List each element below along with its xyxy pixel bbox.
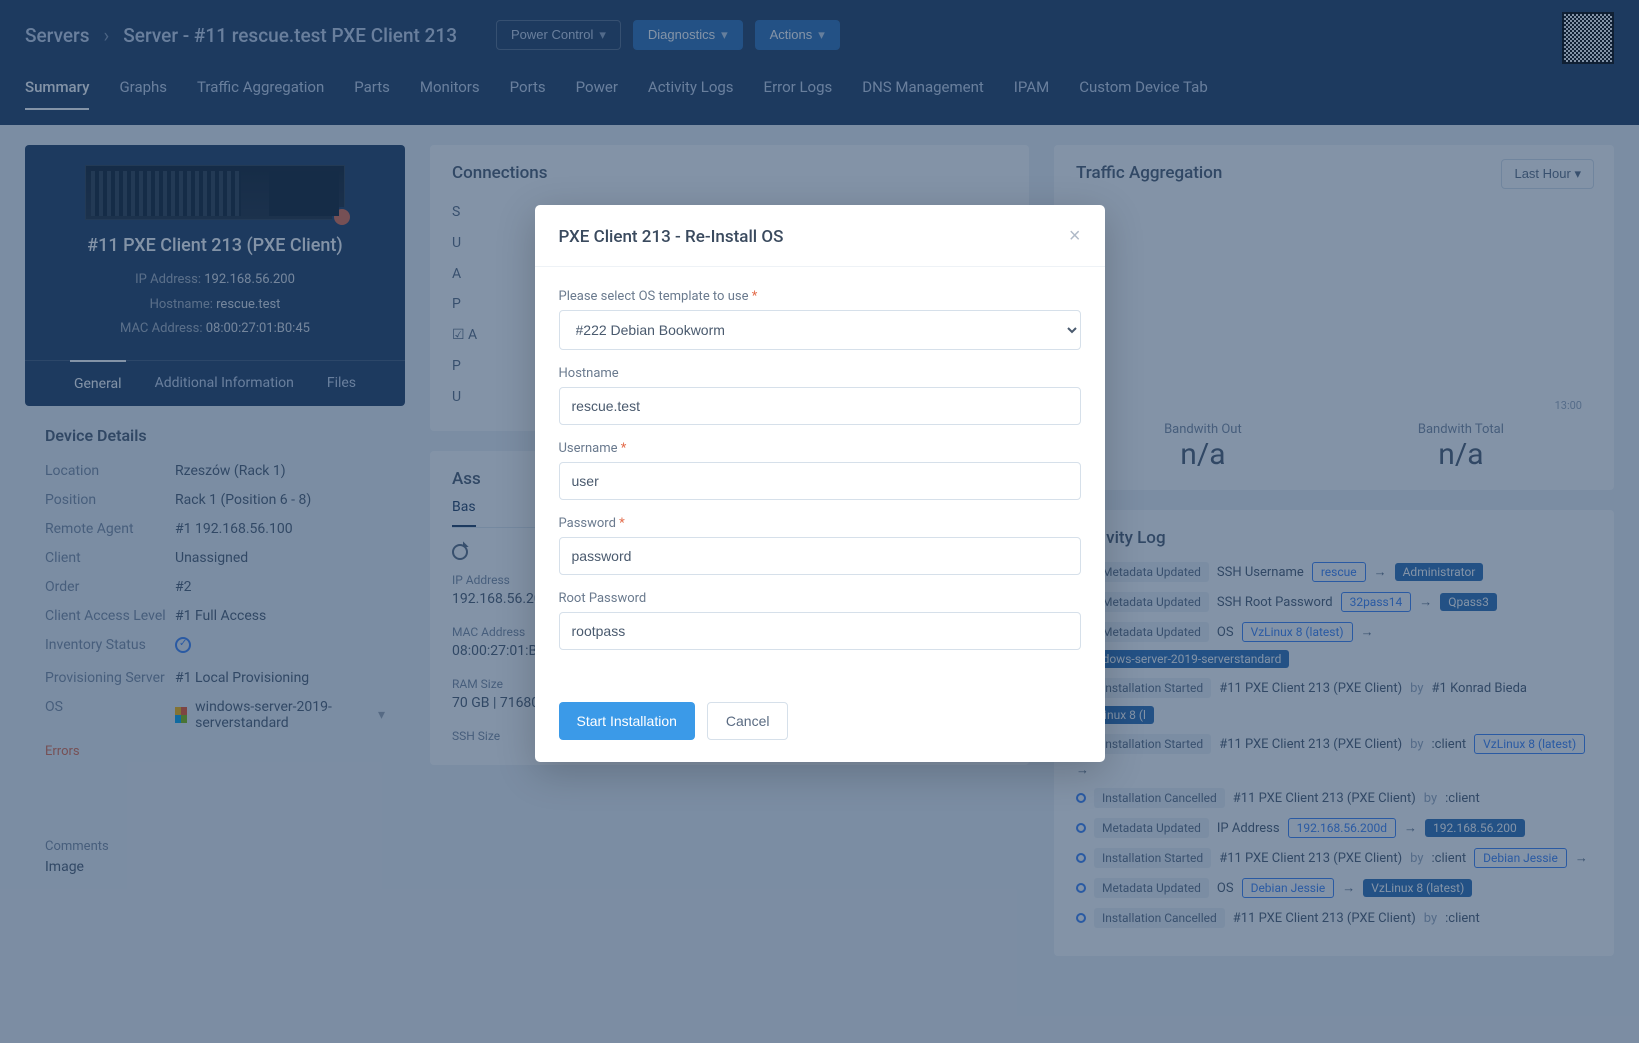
start-installation-button[interactable]: Start Installation <box>559 702 695 740</box>
password-input[interactable] <box>559 537 1081 575</box>
os-template-label: Please select OS template to use * <box>559 289 1081 304</box>
modal-title: PXE Client 213 - Re-Install OS <box>559 227 784 247</box>
password-label: Password * <box>559 516 1081 531</box>
username-label: Username * <box>559 441 1081 456</box>
cancel-button[interactable]: Cancel <box>707 702 789 740</box>
hostname-input[interactable] <box>559 387 1081 425</box>
root-password-label: Root Password <box>559 591 1081 606</box>
root-password-input[interactable] <box>559 612 1081 650</box>
reinstall-os-modal: PXE Client 213 - Re-Install OS × Please … <box>535 205 1105 762</box>
hostname-label: Hostname <box>559 366 1081 381</box>
close-icon[interactable]: × <box>1069 225 1081 248</box>
modal-overlay[interactable]: PXE Client 213 - Re-Install OS × Please … <box>0 0 1639 1043</box>
os-template-select[interactable]: #222 Debian Bookworm <box>559 310 1081 350</box>
username-input[interactable] <box>559 462 1081 500</box>
